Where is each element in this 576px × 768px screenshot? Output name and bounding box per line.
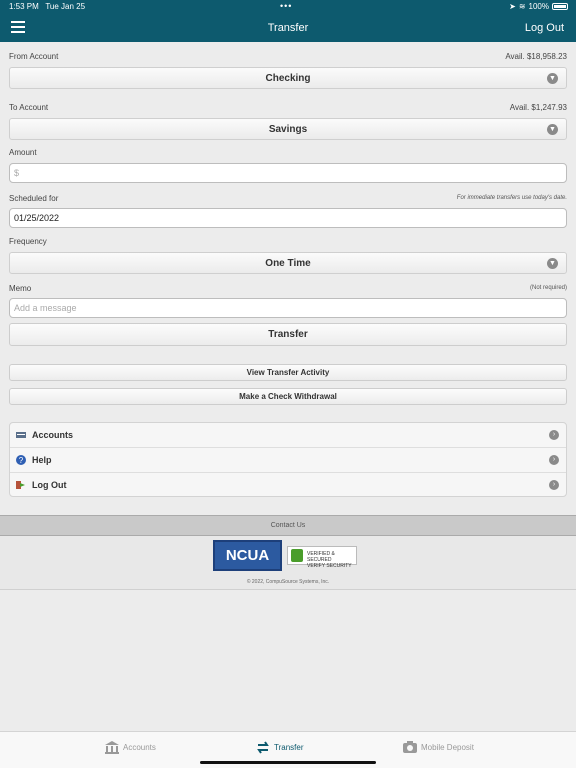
frequency-value: One Time bbox=[265, 258, 311, 269]
link-help[interactable]: ? Help › bbox=[10, 448, 566, 473]
multitask-dots-icon[interactable]: ••• bbox=[280, 1, 292, 11]
memo-input[interactable]: Add a message bbox=[9, 298, 567, 318]
link-logout[interactable]: Log Out › bbox=[10, 473, 566, 498]
svg-text:?: ? bbox=[19, 456, 24, 465]
status-time-text: 1:53 PM bbox=[9, 2, 39, 11]
page-title: Transfer bbox=[267, 22, 309, 34]
wifi-icon: ≋ bbox=[518, 2, 526, 11]
status-time: 1:53 PM Tue Jan 25 bbox=[9, 2, 85, 11]
frequency-label: Frequency bbox=[9, 237, 47, 246]
tab-transfer[interactable]: Transfer bbox=[256, 740, 304, 754]
tab-mobile-deposit[interactable]: Mobile Deposit bbox=[403, 740, 474, 754]
scheduled-label: Scheduled for bbox=[9, 194, 59, 203]
help-icon: ? bbox=[16, 455, 26, 465]
to-account-value: Savings bbox=[268, 124, 308, 135]
frequency-select[interactable]: One Time ▼ bbox=[9, 252, 567, 274]
chevron-down-icon: ▼ bbox=[547, 124, 558, 135]
link-accounts-label: Accounts bbox=[32, 430, 74, 440]
transfer-arrows-icon bbox=[257, 740, 269, 754]
security-seal-text: VERIFIED & SECURED VERIFY SECURITY bbox=[307, 551, 356, 569]
secure-line2: VERIFY SECURITY bbox=[307, 563, 352, 569]
memo-label: Memo bbox=[9, 284, 32, 293]
home-indicator[interactable] bbox=[200, 761, 376, 764]
chevron-down-icon: ▼ bbox=[547, 73, 558, 84]
from-account-value: Checking bbox=[265, 73, 311, 84]
status-date: Tue Jan 25 bbox=[45, 2, 86, 11]
to-available-balance: Avail. $1,247.93 bbox=[509, 103, 567, 112]
from-available-balance: Avail. $18,958.23 bbox=[505, 52, 567, 61]
bank-icon bbox=[105, 740, 119, 754]
to-account-label: To Account bbox=[9, 103, 49, 112]
amount-label: Amount bbox=[9, 148, 37, 157]
nav-bar: Transfer Log Out bbox=[0, 14, 576, 42]
tab-bar: Accounts Transfer Mobile Deposit bbox=[0, 731, 576, 768]
from-account-label: From Account bbox=[9, 52, 59, 61]
tab-mobile-deposit-label: Mobile Deposit bbox=[421, 742, 474, 752]
quick-links: Accounts › ? Help › Log Out › bbox=[9, 422, 567, 497]
security-seal[interactable]: VERIFIED & SECURED VERIFY SECURITY bbox=[287, 546, 357, 569]
amount-input[interactable]: $ bbox=[9, 163, 567, 183]
copyright: © 2022, CompuSource Systems, Inc. bbox=[246, 579, 330, 585]
battery-percent: 100% bbox=[528, 2, 549, 11]
tab-accounts[interactable]: Accounts bbox=[105, 740, 156, 754]
status-right: ➤ ≋ 100% bbox=[509, 2, 568, 11]
scheduled-hint: For immediate transfers use today's date… bbox=[456, 195, 567, 201]
logout-icon bbox=[16, 481, 25, 489]
to-account-select[interactable]: Savings ▼ bbox=[9, 118, 567, 140]
battery-icon bbox=[552, 3, 568, 10]
camera-icon bbox=[403, 741, 417, 753]
link-help-label: Help bbox=[32, 455, 52, 465]
from-account-select[interactable]: Checking ▼ bbox=[9, 67, 567, 89]
link-logout-label: Log Out bbox=[32, 480, 67, 490]
contact-us-link[interactable]: Contact Us bbox=[0, 515, 576, 536]
chevron-right-icon: › bbox=[549, 455, 559, 465]
chevron-down-icon: ▼ bbox=[547, 258, 558, 269]
memo-hint: (Not required) bbox=[529, 285, 567, 291]
link-accounts[interactable]: Accounts › bbox=[10, 423, 566, 448]
tab-transfer-label: Transfer bbox=[274, 742, 304, 752]
chevron-right-icon: › bbox=[549, 430, 559, 440]
footer-badges: NCUA VERIFIED & SECURED VERIFY SECURITY ©… bbox=[0, 536, 576, 590]
transfer-submit-button[interactable]: Transfer bbox=[9, 323, 567, 346]
secure-line1: VERIFIED & SECURED bbox=[307, 551, 335, 563]
scheduled-date-input[interactable]: 01/25/2022 bbox=[9, 208, 567, 228]
tab-accounts-label: Accounts bbox=[123, 742, 156, 752]
chevron-right-icon: › bbox=[549, 480, 559, 490]
make-check-withdrawal-button[interactable]: Make a Check Withdrawal bbox=[9, 388, 567, 405]
ncua-logo[interactable]: NCUA bbox=[213, 540, 282, 571]
accounts-icon bbox=[16, 432, 26, 438]
logout-button[interactable]: Log Out bbox=[525, 22, 564, 34]
location-icon: ➤ bbox=[509, 2, 516, 11]
view-transfer-activity-button[interactable]: View Transfer Activity bbox=[9, 364, 567, 381]
status-bar: 1:53 PM Tue Jan 25 ••• ➤ ≋ 100% bbox=[0, 0, 576, 14]
lock-icon bbox=[291, 549, 303, 562]
